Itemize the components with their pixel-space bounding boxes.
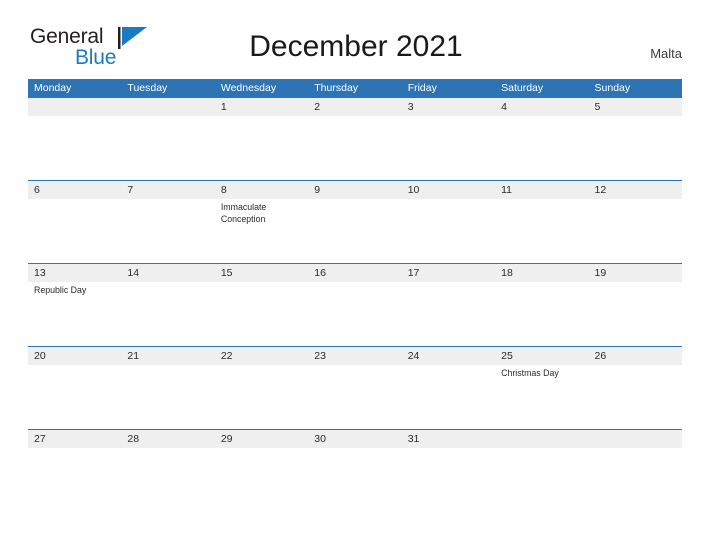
day-number: 19 — [588, 264, 682, 282]
weekday-header-saturday: Saturday — [495, 79, 589, 98]
calendar-day-cell-empty — [588, 429, 682, 512]
day-number: 10 — [401, 181, 496, 199]
calendar-week-row: 12345 — [28, 98, 682, 181]
calendar-week-row: 13 Republic Day 14 15 16 17 18 19 — [28, 263, 682, 347]
day-number: 28 — [121, 430, 215, 448]
day-number: 31 — [401, 430, 496, 448]
day-number: 30 — [308, 430, 402, 448]
day-number — [121, 98, 215, 116]
calendar-day-cell[interactable]: 11 — [495, 180, 589, 264]
calendar-day-cell[interactable]: 23 — [308, 346, 402, 430]
weekday-header-sunday: Sunday — [588, 79, 682, 98]
weekday-header-friday: Friday — [401, 79, 496, 98]
day-number: 12 — [588, 181, 682, 199]
calendar-day-cell[interactable]: 8 Immaculate Conception — [214, 180, 309, 264]
calendar-day-cell[interactable]: 3 — [401, 98, 496, 181]
day-number: 17 — [401, 264, 496, 282]
weekday-header-thursday: Thursday — [308, 79, 402, 98]
day-number: 26 — [588, 347, 682, 365]
calendar-day-cell[interactable]: 21 — [121, 346, 215, 430]
calendar-header-row: Monday Tuesday Wednesday Thursday Friday Satu… — [28, 79, 682, 98]
day-number: 21 — [121, 347, 215, 365]
calendar-day-cell[interactable]: 30 — [308, 429, 402, 512]
calendar-day-cell[interactable]: 27 — [28, 429, 122, 512]
calendar-day-cell[interactable]: 4 — [495, 98, 589, 181]
weekday-header-wednesday: Wednesday — [214, 79, 309, 98]
calendar-day-cell[interactable]: 26 — [588, 346, 682, 430]
day-number — [495, 430, 589, 448]
calendar-day-cell[interactable]: 22 — [214, 346, 309, 430]
page-header: General Blue December 2021 Malta — [0, 0, 712, 68]
calendar-day-cell-empty — [28, 98, 122, 181]
calendar-table: Monday Tuesday Wednesday Thursday Friday Satu… — [28, 79, 682, 512]
calendar-week-row: 27 28 29 30 31 — [28, 429, 682, 512]
calendar-day-cell-empty — [495, 429, 589, 512]
calendar-day-cell[interactable]: 7 — [121, 180, 215, 264]
day-number: 5 — [588, 98, 682, 116]
weekday-header-monday: Monday — [28, 79, 122, 98]
calendar-day-cell[interactable]: 17 — [401, 263, 496, 347]
calendar-day-cell[interactable]: 6 — [28, 180, 122, 264]
country-label: Malta — [650, 46, 682, 61]
calendar-day-cell-empty — [121, 98, 215, 181]
day-number: 20 — [28, 347, 122, 365]
calendar-day-cell[interactable]: 16 — [308, 263, 402, 347]
calendar-day-cell[interactable]: 13 Republic Day — [28, 263, 122, 347]
calendar-day-cell[interactable]: 31 — [401, 429, 496, 512]
day-number: 27 — [28, 430, 122, 448]
calendar-day-cell[interactable]: 2 — [308, 98, 402, 181]
calendar-day-cell[interactable]: 29 — [214, 429, 309, 512]
holiday-label: Republic Day — [34, 285, 87, 295]
day-number: 7 — [121, 181, 215, 199]
calendar-week-row: 20 21 22 23 24 25 Christmas Day 26 — [28, 346, 682, 430]
calendar-day-cell[interactable]: 12 — [588, 180, 682, 264]
day-number: 15 — [214, 264, 309, 282]
day-number: 22 — [214, 347, 309, 365]
day-number: 3 — [401, 98, 496, 116]
calendar-day-cell[interactable]: 14 — [121, 263, 215, 347]
holiday-label: Christmas Day — [501, 368, 559, 378]
calendar-day-cell[interactable]: 1 — [214, 98, 309, 181]
calendar-body: 1 2 3 4 5 6 7 8 Immaculate Conception 9 10 11 12 13 Re… — [28, 98, 682, 512]
day-number: 11 — [495, 181, 589, 199]
day-number: 1 — [214, 98, 309, 116]
calendar-day-cell[interactable]: 5 — [588, 98, 682, 181]
calendar-day-cell[interactable]: 25 Christmas Day — [495, 346, 589, 430]
weekday-header-tuesday: Tuesday — [121, 79, 215, 98]
page-title: December 2021 — [249, 30, 463, 63]
calendar-day-cell[interactable]: 10 — [401, 180, 496, 264]
day-number — [28, 98, 122, 116]
calendar-day-cell[interactable]: 24 — [401, 346, 496, 430]
calendar-day-cell[interactable]: 9 — [308, 180, 402, 264]
day-number: 18 — [495, 264, 589, 282]
calendar-day-cell[interactable]: 19 — [588, 263, 682, 347]
calendar-week-row: 6 7 8 Immaculate Conception 9 10 11 12 — [28, 180, 682, 264]
day-number: 24 — [401, 347, 496, 365]
holiday-label: Immaculate Conception — [220, 202, 267, 224]
day-number: 2 — [308, 98, 402, 116]
day-number: 25 — [495, 347, 589, 365]
day-number: 23 — [308, 347, 402, 365]
day-number: 29 — [214, 430, 309, 448]
day-number: 4 — [495, 98, 589, 116]
day-number: 14 — [121, 264, 215, 282]
calendar-day-cell[interactable]: 15 — [214, 263, 309, 347]
day-number — [588, 430, 682, 448]
calendar-day-cell[interactable]: 20 — [28, 346, 122, 430]
day-number: 6 — [28, 181, 122, 199]
day-number: 16 — [308, 264, 402, 282]
day-number: 13 — [28, 264, 122, 282]
day-number: 9 — [308, 181, 402, 199]
calendar-day-cell[interactable]: 28 — [121, 429, 215, 512]
day-number: 8 — [214, 181, 309, 199]
calendar-day-cell[interactable]: 18 — [495, 263, 589, 347]
